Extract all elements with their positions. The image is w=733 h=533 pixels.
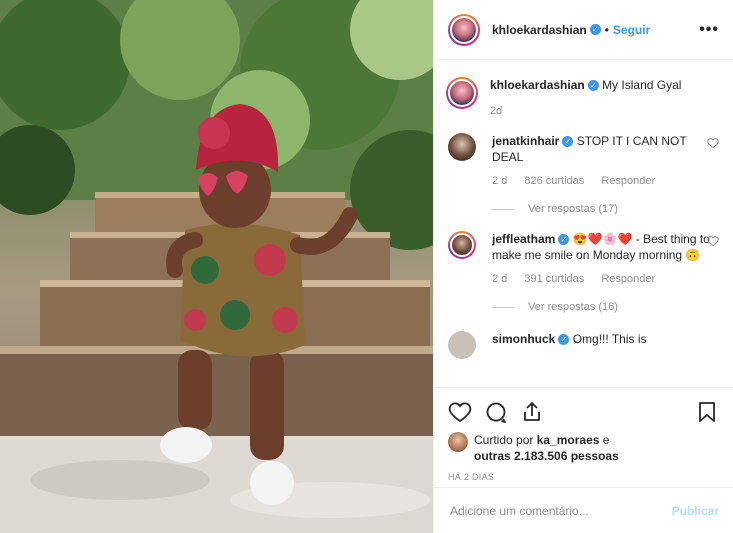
verified-icon: ✓ bbox=[587, 80, 599, 92]
comment-meta: 2 d 826 curtidas Responder bbox=[492, 173, 719, 189]
reply-button[interactable]: Responder bbox=[601, 273, 655, 285]
header-separator: • bbox=[604, 22, 609, 37]
post-actions: Curtido por ka_moraes e outras 2.183.506… bbox=[434, 387, 733, 482]
caption-time[interactable]: 2d bbox=[490, 103, 719, 119]
liker-username[interactable]: ka_moraes bbox=[537, 433, 600, 447]
comment-meta: 2 d 391 curtidas Responder bbox=[492, 271, 719, 287]
verified-icon: ✓ bbox=[589, 24, 601, 35]
view-replies-label: Ver respostas (16) bbox=[528, 301, 618, 313]
share-icon[interactable] bbox=[520, 400, 544, 424]
comment-likes[interactable]: 391 curtidas bbox=[524, 273, 584, 285]
more-icon[interactable]: ••• bbox=[699, 21, 719, 39]
comment-username[interactable]: jeffleatham bbox=[492, 232, 555, 246]
likes-summary: Curtido por ka_moraes e outras 2.183.506… bbox=[448, 432, 719, 464]
comment-item: simonhuck ✓ Omg!!! This is bbox=[448, 331, 719, 359]
caption-text: My Island Gyal bbox=[602, 78, 682, 92]
likes-prefix: Curtido por bbox=[474, 433, 537, 447]
verified-icon: ✓ bbox=[558, 334, 570, 346]
comment-input[interactable] bbox=[448, 502, 672, 519]
post-header: khloekardashian ✓ • Seguir ••• bbox=[434, 0, 733, 60]
verified-icon: ✓ bbox=[558, 234, 570, 246]
replies-divider bbox=[492, 306, 514, 308]
heart-icon[interactable] bbox=[707, 137, 719, 149]
comment-time[interactable]: 2 d bbox=[492, 273, 507, 285]
author-avatar[interactable] bbox=[448, 13, 480, 46]
heart-icon[interactable] bbox=[448, 400, 472, 424]
caption-username[interactable]: khloekardashian bbox=[490, 78, 585, 92]
post-sidebar: khloekardashian ✓ • Seguir ••• khloekard… bbox=[433, 0, 733, 533]
likes-count-link[interactable]: outras 2.183.506 pessoas bbox=[474, 449, 619, 463]
comment-time[interactable]: 2 d bbox=[492, 175, 507, 187]
comment-composer: Publicar bbox=[434, 487, 733, 533]
commenter-avatar[interactable] bbox=[448, 331, 476, 359]
commenter-avatar[interactable] bbox=[448, 133, 476, 161]
comment-item: jeffleatham ✓ 😍❤️🌸❤️ - Best thing to make… bbox=[448, 231, 719, 287]
verified-icon: ✓ bbox=[562, 136, 574, 148]
commenter-avatar[interactable] bbox=[448, 231, 476, 259]
comment-item: jenatkinhair ✓ STOP IT I CAN NOT DEAL 2 d… bbox=[448, 133, 719, 189]
comment-icon[interactable] bbox=[484, 400, 508, 424]
heart-icon[interactable] bbox=[707, 235, 719, 247]
post-photo[interactable] bbox=[0, 0, 433, 533]
comment-username[interactable]: simonhuck bbox=[492, 332, 555, 346]
caption-avatar[interactable] bbox=[446, 77, 478, 109]
reply-button[interactable]: Responder bbox=[601, 175, 655, 187]
caption: khloekardashian ✓ My Island Gyal 2d bbox=[446, 77, 719, 119]
comments-list[interactable]: khloekardashian ✓ My Island Gyal 2d jenat… bbox=[434, 61, 733, 387]
author-username[interactable]: khloekardashian bbox=[492, 23, 587, 37]
publish-button[interactable]: Publicar bbox=[672, 504, 719, 518]
photo-illustration bbox=[0, 0, 433, 533]
view-replies-button[interactable]: Ver respostas (17) bbox=[492, 203, 719, 215]
comment-username[interactable]: jenatkinhair bbox=[492, 134, 559, 148]
action-icons bbox=[448, 398, 719, 426]
post-timestamp[interactable]: HÁ 2 DIAS bbox=[448, 472, 719, 482]
view-replies-button[interactable]: Ver respostas (16) bbox=[492, 301, 719, 313]
likes-suffix: e bbox=[599, 433, 610, 447]
comment-text: Omg!!! This is bbox=[572, 332, 647, 346]
replies-divider bbox=[492, 208, 514, 210]
bookmark-icon[interactable] bbox=[695, 400, 719, 424]
follow-button[interactable]: Seguir bbox=[613, 23, 650, 37]
instagram-post: khloekardashian ✓ • Seguir ••• khloekard… bbox=[0, 0, 733, 533]
view-replies-label: Ver respostas (17) bbox=[528, 203, 618, 215]
comment-likes[interactable]: 826 curtidas bbox=[524, 175, 584, 187]
liker-avatar[interactable] bbox=[448, 432, 468, 452]
